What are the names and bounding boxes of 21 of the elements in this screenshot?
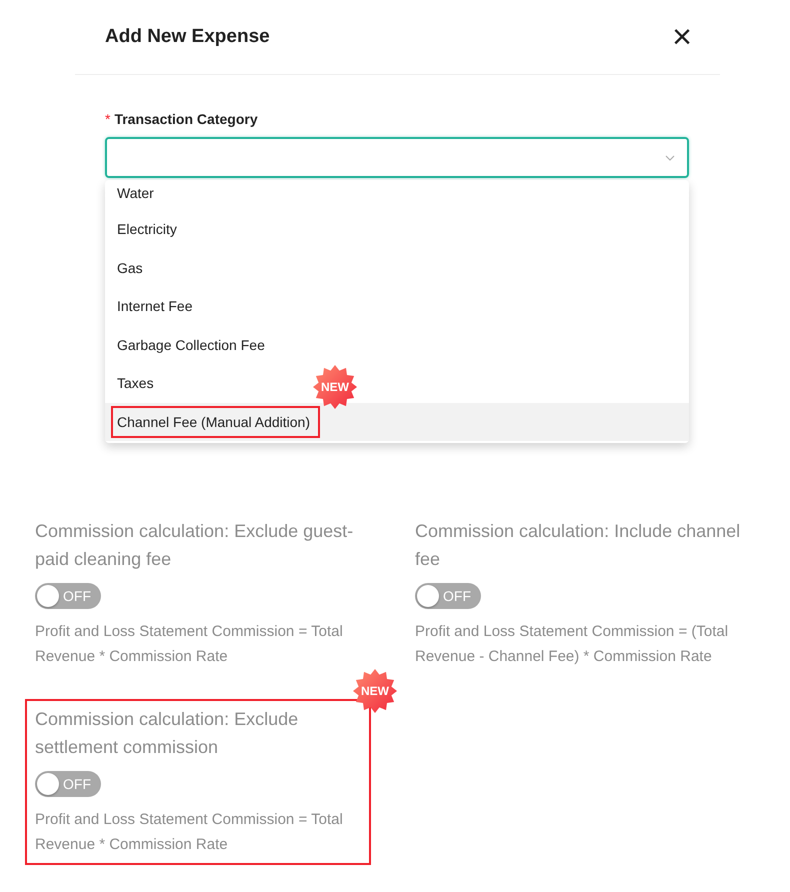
setting-title: Commission calculation: Exclude guest-paid cleaning fee — [35, 520, 354, 571]
dropdown-option[interactable]: Internet Fee — [117, 293, 200, 320]
formula-text: Profit and Loss Statement Commission = Total Revenue * Commission Rate — [35, 622, 344, 667]
required-mark: * — [105, 111, 110, 127]
dropdown-option[interactable]: Water — [117, 180, 161, 206]
setting-title: Commission calculation: Exclude settlement commission — [35, 708, 300, 759]
new-badge: NEW — [313, 364, 357, 408]
new-badge: NEW — [353, 669, 397, 713]
dropdown-option[interactable]: Channel Fee (Manual Addition) — [111, 406, 320, 438]
chevron-down-icon — [665, 154, 675, 160]
category-select[interactable] — [105, 137, 689, 178]
setting-title: Commission calculation: Include channel fee — [415, 520, 742, 571]
formula-text: Profit and Loss Statement Commission = Total Revenue * Commission Rate — [35, 810, 344, 855]
dropdown-option[interactable]: Taxes — [117, 370, 161, 396]
dialog-title: Add New Expense — [105, 26, 270, 48]
dropdown-option[interactable]: Gas — [117, 254, 150, 281]
dropdown-option[interactable]: Electricity — [117, 216, 184, 242]
field-label: Transaction Category — [114, 111, 258, 127]
close-button[interactable]: × — [672, 20, 692, 54]
dropdown-option[interactable]: Garbage Collection Fee — [117, 332, 272, 358]
formula-text: Profit and Loss Statement Commission = (Total Revenue - Channel Fee) * Commission Rate — [415, 622, 730, 667]
